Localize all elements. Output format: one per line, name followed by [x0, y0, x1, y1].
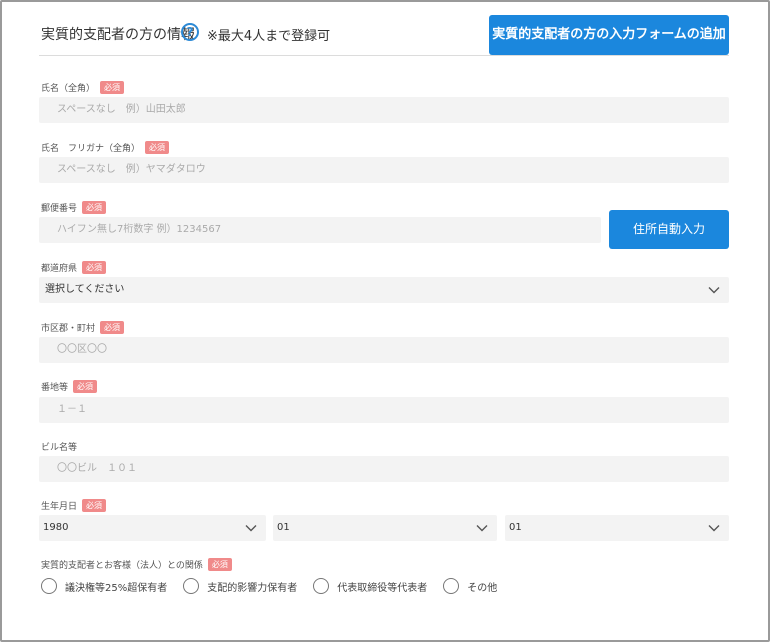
- zip-input[interactable]: ハイフン無し7桁数字 例）1234567: [39, 217, 601, 243]
- radio-circle-icon[interactable]: [313, 578, 330, 594]
- required-badge: 必須: [100, 81, 125, 94]
- required-badge: 必須: [207, 558, 232, 571]
- required-badge: 必須: [145, 141, 170, 154]
- question-circle-icon[interactable]: ?: [181, 23, 199, 41]
- birth-year-select[interactable]: 1980: [39, 515, 266, 541]
- birth-month-select[interactable]: 01: [273, 515, 497, 541]
- address-label: 番地等 必須: [41, 380, 98, 393]
- prefecture-label: 都道府県 必須: [41, 261, 107, 274]
- birthdate-label: 生年月日 必須: [41, 499, 107, 512]
- required-badge: 必須: [82, 201, 107, 214]
- city-label: 市区郡・町村 必須: [41, 321, 125, 334]
- birth-day-select[interactable]: 01: [505, 515, 729, 541]
- zip-label: 郵便番号 必須: [41, 201, 107, 214]
- relation-radio-group: 議決権等25%超保有者 支配的影響力保有者 代表取締役等代表者 その他: [41, 578, 513, 594]
- required-badge: 必須: [73, 380, 98, 393]
- chevron-down-icon: [245, 525, 257, 532]
- chevron-down-icon: [708, 287, 720, 294]
- name-input[interactable]: スペースなし 例）山田太郎: [39, 97, 729, 123]
- form-panel: 実質的支配者の方の情報 ? ※最大4人まで登録可 実質的支配者の方の入力フォーム…: [0, 0, 770, 642]
- section-header: 実質的支配者の方の情報 ? ※最大4人まで登録可 実質的支配者の方の入力フォーム…: [39, 14, 729, 56]
- building-input[interactable]: 〇〇ビル １０１: [39, 456, 729, 482]
- add-form-button[interactable]: 実質的支配者の方の入力フォームの追加: [489, 15, 729, 55]
- radio-circle-icon[interactable]: [41, 578, 57, 594]
- prefecture-select[interactable]: 選択してください: [39, 277, 729, 303]
- kana-label: 氏名 フリガナ（全角） 必須: [41, 141, 170, 154]
- address-autofill-button[interactable]: 住所自動入力: [609, 210, 729, 249]
- kana-input[interactable]: スペースなし 例）ヤマダタロウ: [39, 157, 729, 183]
- chevron-down-icon: [708, 525, 720, 532]
- max-registration-note: ※最大4人まで登録可: [207, 29, 331, 44]
- relation-option-dominant-influence[interactable]: 支配的影響力保有者: [183, 578, 297, 594]
- city-input[interactable]: 〇〇区〇〇: [39, 337, 729, 363]
- relation-option-other[interactable]: その他: [443, 578, 497, 594]
- relation-option-voting-rights[interactable]: 議決権等25%超保有者: [41, 578, 167, 594]
- radio-circle-icon[interactable]: [443, 578, 460, 594]
- required-badge: 必須: [100, 321, 125, 334]
- name-label: 氏名（全角） 必須: [41, 81, 125, 94]
- chevron-down-icon: [476, 525, 488, 532]
- required-badge: 必須: [82, 499, 107, 512]
- address-input[interactable]: １－１: [39, 397, 729, 423]
- relation-label: 実質的支配者とお客様（法人）との関係 必須: [41, 558, 232, 571]
- building-label: ビル名等: [41, 443, 78, 453]
- required-badge: 必須: [82, 261, 107, 274]
- section-title: 実質的支配者の方の情報: [41, 27, 195, 43]
- radio-circle-icon[interactable]: [183, 578, 200, 594]
- relation-option-representative[interactable]: 代表取締役等代表者: [313, 578, 427, 594]
